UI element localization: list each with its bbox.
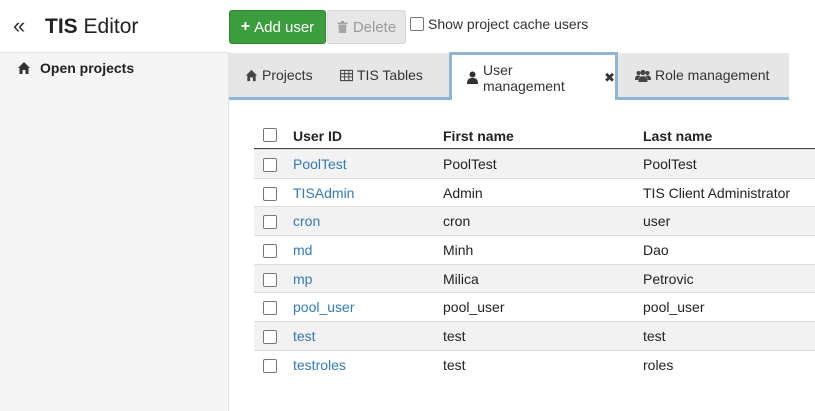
app-title-rest: Editor (77, 15, 139, 38)
last-name-cell: TIS Client Administrator (643, 184, 791, 201)
user-id-link[interactable]: mp (293, 271, 312, 287)
row-checkbox[interactable] (263, 186, 277, 201)
first-name-cell: Minh (443, 242, 474, 259)
last-name-cell: Dao (643, 242, 669, 259)
table-row[interactable]: mp Milica Petrovic (254, 263, 815, 293)
delete-button[interactable]: Delete (327, 10, 406, 44)
add-user-button[interactable]: + Add user (229, 10, 326, 44)
last-name-cell: PoolTest (643, 156, 697, 172)
add-user-label: Add user (254, 18, 315, 36)
first-name-cell: test (443, 328, 466, 345)
select-all-checkbox[interactable] (263, 128, 277, 142)
user-icon (467, 71, 478, 84)
users-table: User ID First name Last name PoolTest Po… (254, 122, 815, 379)
trash-icon (337, 21, 348, 33)
last-name-cell: Petrovic (643, 270, 694, 287)
brand-header: « TIS Editor (0, 0, 229, 53)
sidebar-item-open-projects[interactable]: Open projects (0, 56, 229, 82)
table-row[interactable]: pool_user pool_user pool_user (254, 292, 815, 321)
tab-label: TIS Tables (357, 67, 423, 83)
show-cache-users-label: Show project cache users (428, 16, 589, 32)
row-checkbox[interactable] (263, 244, 277, 259)
first-name-cell: Milica (443, 270, 479, 287)
tab-label: User management (483, 61, 565, 94)
tab-bar: Projects TIS Tables User management ✖ Ro… (229, 52, 789, 100)
collapse-sidebar-button[interactable]: « (13, 13, 25, 39)
user-id-link[interactable]: TISAdmin (293, 185, 354, 201)
first-name-cell: Admin (443, 184, 483, 201)
first-name-cell: PoolTest (443, 156, 497, 172)
last-name-cell: test (643, 328, 666, 345)
close-tab-icon[interactable]: ✖ (604, 70, 615, 86)
tab-projects[interactable]: Projects (245, 53, 313, 97)
table-row[interactable]: testroles test roles (254, 349, 815, 379)
tab-role-management[interactable]: Role management (635, 53, 769, 97)
column-header-user-id[interactable]: User ID (293, 128, 342, 144)
app: « TIS Editor Open projects + Add user De… (0, 0, 815, 411)
last-name-cell: roles (643, 356, 674, 373)
user-id-link[interactable]: testroles (293, 357, 346, 373)
first-name-cell: cron (443, 213, 471, 230)
row-checkbox[interactable] (263, 330, 277, 345)
last-name-cell: pool_user (643, 299, 705, 316)
home-icon (245, 69, 258, 81)
last-name-cell: user (643, 213, 671, 230)
table-header-row: User ID First name Last name (254, 122, 815, 149)
tab-label: Projects (262, 67, 313, 83)
row-checkbox[interactable] (263, 358, 277, 373)
sidebar: « TIS Editor Open projects (0, 0, 229, 411)
table-row[interactable]: TISAdmin Admin TIS Client Administrator (254, 177, 815, 207)
column-header-last-name[interactable]: Last name (643, 128, 712, 144)
home-icon (18, 62, 30, 74)
user-id-link[interactable]: cron (293, 213, 320, 229)
table-icon (340, 69, 353, 81)
tab-tis-tables[interactable]: TIS Tables (340, 53, 423, 97)
row-checkbox[interactable] (263, 272, 277, 287)
column-header-first-name[interactable]: First name (443, 128, 514, 144)
row-checkbox[interactable] (263, 158, 277, 172)
table-row[interactable]: PoolTest PoolTest PoolTest (254, 149, 815, 178)
tab-label: Role management (655, 67, 770, 83)
users-icon (635, 69, 651, 82)
user-id-link[interactable]: pool_user (293, 299, 355, 315)
table-row[interactable]: test test test (254, 321, 815, 350)
app-title: TIS Editor (45, 14, 138, 40)
first-name-cell: test (443, 356, 466, 373)
sidebar-item-label: Open projects (40, 60, 135, 76)
plus-icon: + (240, 18, 251, 35)
show-cache-users-checkbox[interactable] (410, 17, 424, 31)
row-checkbox[interactable] (263, 215, 277, 230)
app-title-bold: TIS (45, 15, 78, 38)
table-row[interactable]: md Minh Dao (254, 235, 815, 264)
first-name-cell: pool_user (443, 299, 505, 316)
user-id-link[interactable]: PoolTest (293, 156, 347, 172)
user-id-link[interactable]: test (293, 328, 316, 344)
user-id-link[interactable]: md (293, 242, 312, 258)
tab-user-management[interactable]: User management ✖ (449, 52, 618, 100)
show-cache-users-toggle[interactable]: Show project cache users (410, 16, 588, 32)
row-checkbox[interactable] (263, 301, 277, 316)
table-row[interactable]: cron cron user (254, 206, 815, 236)
delete-label: Delete (352, 18, 397, 36)
